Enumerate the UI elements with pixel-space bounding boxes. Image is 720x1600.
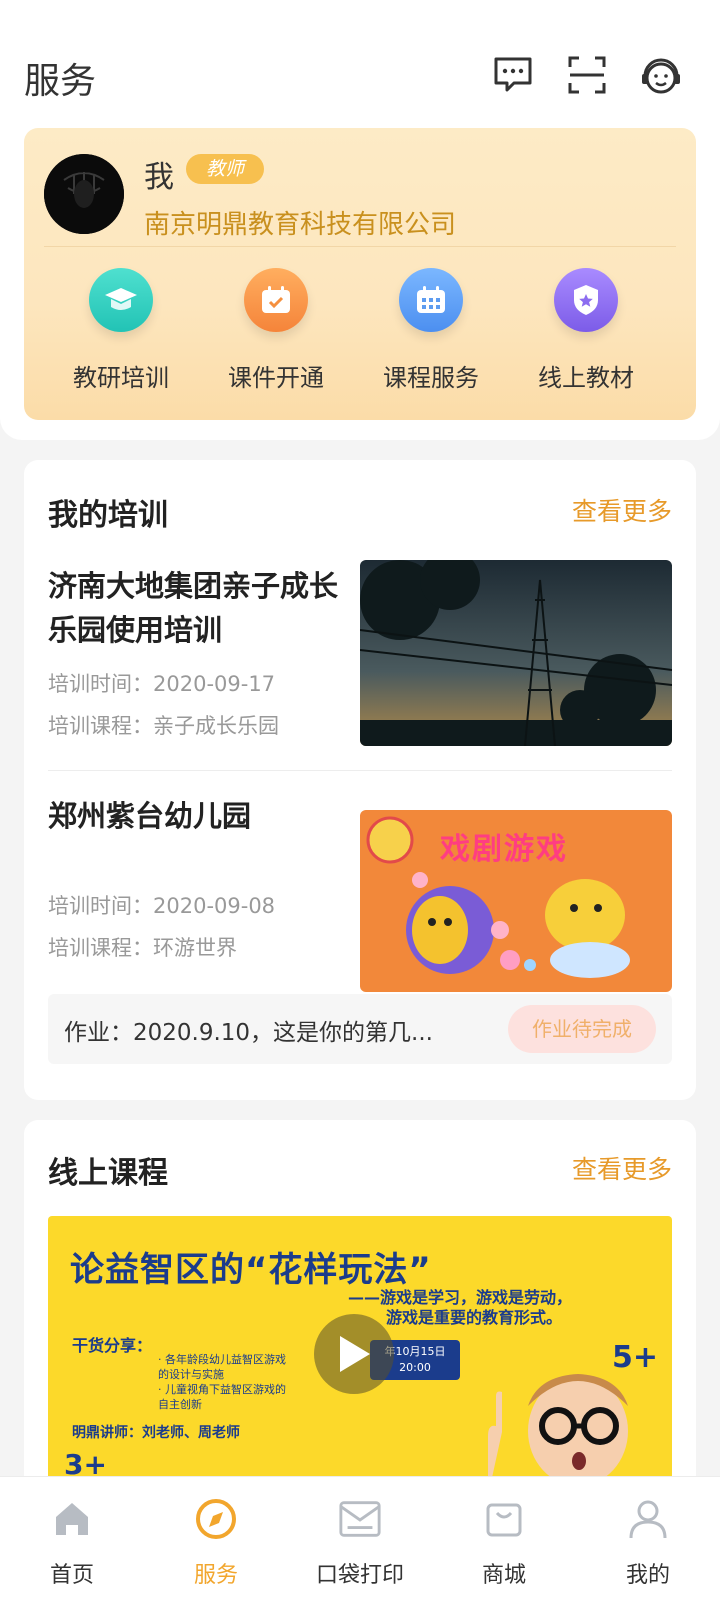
row-divider (48, 770, 672, 771)
scan-icon[interactable] (564, 52, 610, 98)
page-title: 服务 (24, 61, 97, 102)
banner-title: 论益智区的“花样玩法” (70, 1250, 432, 1290)
training-thumbnail (360, 560, 672, 746)
online-course-section-title: 线上课程 (48, 1156, 168, 1191)
banner-teacher: 明鼎讲师：刘老师、周老师 (72, 1425, 240, 1441)
homework-text: 作业：2020.9.10，这是你的第几... (64, 1020, 433, 1046)
tab-pocket-print[interactable]: 口袋打印 (288, 1477, 432, 1600)
action-courseware-activation[interactable]: 课件开通 (197, 268, 355, 408)
training-time: 培训时间：2020-09-08 (48, 894, 276, 918)
banner-points: · 各年龄段幼儿益智区游戏 的设计与实施 · 儿童视角下益智区游戏的 自主创新 (158, 1352, 286, 1412)
training-card: 我的培训 查看更多 济南大地集团亲子成长乐园使用培训 培训时间：2020-09-… (24, 460, 696, 1100)
banner-point: 自主创新 (158, 1398, 202, 1411)
graduation-cap-icon (89, 268, 153, 332)
action-label: 教研培训 (73, 364, 169, 392)
homework-status-button[interactable]: 作业待完成 (508, 1005, 656, 1053)
training-title: 郑州紫台幼儿园 (48, 799, 252, 833)
organization-name: 南京明鼎教育科技有限公司 (144, 210, 457, 240)
action-label: 课件开通 (228, 364, 324, 392)
play-icon[interactable] (314, 1314, 394, 1394)
calendar-check-icon (244, 268, 308, 332)
training-course: 培训课程：环游世界 (48, 936, 237, 960)
banner-point: · 儿童视角下益智区游戏的 (158, 1383, 286, 1396)
compass-icon (194, 1497, 238, 1541)
role-badge: 教师 (186, 154, 265, 184)
top-panel: 服务 我 教师 南京明鼎教育科技有限公司 教研培训 课件开通 课程服务 线上教材 (0, 0, 720, 440)
online-course-more-link[interactable]: 查看更多 (572, 1150, 672, 1186)
tab-label: 我的 (625, 1563, 670, 1588)
action-label: 课程服务 (383, 364, 479, 392)
training-course: 培训课程：亲子成长乐园 (48, 714, 279, 738)
course-banner[interactable]: 论益智区的“花样玩法” ——游戏是学习，游戏是劳动， 游戏是重要的教育形式。 干… (48, 1216, 672, 1486)
banner-tagline: ——游戏是学习，游戏是劳动， 游戏是重要的教育形式。 (348, 1288, 572, 1328)
training-thumbnail: 戏剧游戏 (360, 810, 672, 992)
action-teaching-training[interactable]: 教研培训 (42, 268, 200, 408)
action-course-service[interactable]: 课程服务 (352, 268, 510, 408)
avatar[interactable] (44, 154, 124, 234)
action-online-materials[interactable]: 线上教材 (507, 268, 665, 408)
tab-home[interactable]: 首页 (0, 1477, 144, 1600)
tab-mall[interactable]: 商城 (432, 1477, 576, 1600)
homework-bar[interactable]: 作业：2020.9.10，这是你的第几... 作业待完成 (48, 994, 672, 1064)
banner-share-label: 干货分享： (72, 1336, 153, 1355)
shopping-bag-icon (482, 1497, 526, 1541)
training-title: 济南大地集团亲子成长乐园使用培训 (48, 569, 339, 647)
training-section-title: 我的培训 (48, 498, 168, 533)
action-label: 线上教材 (538, 364, 634, 392)
tab-mine[interactable]: 我的 (576, 1477, 720, 1600)
printer-icon (338, 1497, 382, 1541)
user-icon (626, 1497, 670, 1541)
banner-point: · 各年龄段幼儿益智区游戏 (158, 1353, 286, 1366)
child-illustration (488, 1374, 638, 1486)
message-icon[interactable] (490, 52, 536, 98)
customer-service-icon[interactable] (638, 52, 684, 98)
user-name: 我 (144, 160, 174, 195)
tab-label: 服务 (193, 1563, 238, 1588)
training-time: 培训时间：2020-09-17 (48, 672, 276, 696)
tab-label: 首页 (49, 1563, 94, 1588)
bottom-tab-bar: 首页 服务 口袋打印 商城 我的 (0, 1476, 720, 1600)
tab-label: 商城 (481, 1563, 526, 1588)
divider (44, 246, 676, 247)
profile-card: 我 教师 南京明鼎教育科技有限公司 教研培训 课件开通 课程服务 线上教材 (24, 128, 696, 420)
training-more-link[interactable]: 查看更多 (572, 492, 672, 528)
tab-service[interactable]: 服务 (144, 1477, 288, 1600)
home-icon (50, 1497, 94, 1541)
banner-tagline-line: ——游戏是学习，游戏是劳动， (348, 1288, 573, 1307)
calendar-grid-icon (399, 268, 463, 332)
shield-star-icon (554, 268, 618, 332)
tab-label: 口袋打印 (315, 1563, 404, 1588)
online-course-card: 线上课程 查看更多 论益智区的“花样玩法” ——游戏是学习，游戏是劳动， 游戏是… (24, 1120, 696, 1500)
banner-point: 的设计与实施 (158, 1368, 224, 1381)
